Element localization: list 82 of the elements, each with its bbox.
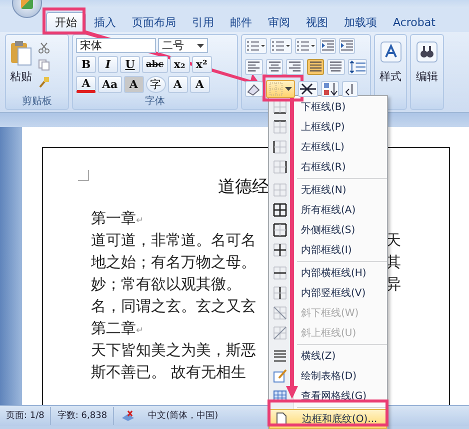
indent-icon[interactable] — [339, 38, 355, 54]
highlight-frame — [262, 74, 304, 102]
menu-item[interactable]: 外侧框线(S) — [269, 220, 387, 240]
menu-item[interactable]: 内部横框线(H) — [269, 263, 387, 283]
styles-icon — [380, 41, 402, 63]
document-text: 第二章↵ — [91, 318, 144, 338]
list-icon[interactable] — [245, 38, 267, 54]
align-icon[interactable] — [306, 59, 324, 75]
format-button[interactable]: A — [124, 76, 144, 93]
word-count[interactable]: 字数: 6,838 — [51, 407, 114, 425]
menu-item[interactable]: 左框线(L) — [269, 137, 387, 157]
document-text: 第一章↵ — [91, 208, 144, 228]
ribbon-tab[interactable]: 视图 — [298, 12, 336, 32]
proofing-icon[interactable] — [120, 409, 136, 423]
scissors-icon[interactable] — [38, 42, 50, 54]
menu-item[interactable]: 上框线(P) — [269, 117, 387, 137]
menu-item[interactable]: 无框线(N) — [269, 180, 387, 200]
document-text: 异 — [386, 274, 401, 294]
document-text: 名，同谓之玄。玄之又玄 — [91, 296, 256, 316]
shading-icon[interactable] — [245, 81, 263, 97]
list-icon[interactable] — [295, 38, 317, 54]
ribbon-tab[interactable]: 引用 — [184, 12, 222, 32]
menu-item[interactable]: 内部框线(I) — [269, 240, 387, 260]
ribbon-tab[interactable]: 邮件 — [222, 12, 260, 32]
borders-button[interactable] — [266, 80, 295, 98]
ribbon-tab[interactable]: 插入 — [86, 12, 124, 32]
document-text: 天 — [386, 230, 401, 250]
menu-item[interactable]: 绘制表格(D) — [269, 366, 387, 386]
menu-item[interactable]: 内部竖框线(V) — [269, 283, 387, 303]
layout-icon[interactable] — [298, 81, 318, 97]
format-button[interactable]: A — [76, 76, 96, 93]
editing-button[interactable]: 编辑 — [411, 35, 443, 90]
align-icon[interactable] — [266, 59, 284, 75]
document-title: 道德经 — [218, 177, 269, 197]
list-icon[interactable] — [270, 38, 292, 54]
group-label: 剪贴板 — [21, 95, 53, 109]
format-button[interactable]: 字 — [146, 76, 166, 93]
document-text: 斯不善已。 故有无相生 — [91, 362, 246, 382]
format-button[interactable]: Aa — [98, 76, 122, 93]
document-text: 妙；常有欲以观其徼。 — [91, 274, 241, 294]
font-size-field[interactable]: 二号 — [158, 38, 208, 53]
sort-icon[interactable] — [321, 81, 339, 97]
brush-icon[interactable] — [38, 76, 50, 88]
format-button[interactable]: x² — [192, 56, 212, 73]
document-text: 天下皆知美之为美，斯恶 — [91, 340, 256, 360]
line-spacing-icon[interactable] — [348, 59, 368, 75]
menu-item[interactable]: 所有框线(A) — [269, 200, 387, 220]
clipboard-icon — [10, 40, 32, 66]
align-icon[interactable] — [327, 59, 345, 75]
format-button[interactable]: B — [76, 56, 96, 73]
ribbon-tab[interactable]: Acrobat — [385, 12, 444, 32]
format-button[interactable]: x₂ — [170, 56, 190, 73]
ribbon-tab[interactable]: 页面布局 — [124, 12, 184, 32]
format-button[interactable]: I — [98, 56, 118, 73]
align-icon[interactable] — [286, 59, 304, 75]
format-button[interactable]: U — [120, 56, 140, 73]
menu-item[interactable]: 查看网格线(G) — [269, 386, 387, 406]
align-icon[interactable] — [245, 59, 263, 75]
paste-button[interactable]: 粘贴 — [8, 38, 34, 92]
indent-icon[interactable] — [320, 38, 336, 54]
format-button[interactable]: A — [190, 76, 210, 93]
caret-icon — [197, 44, 204, 48]
paragraph-mark-icon[interactable] — [342, 81, 358, 97]
format-button[interactable]: abc — [142, 56, 168, 73]
ribbon-tab[interactable]: 开始 — [46, 12, 86, 32]
caret-icon — [285, 87, 292, 91]
ribbon-tab[interactable]: 加载项 — [336, 12, 385, 32]
menu-item[interactable]: 下框线(B) — [269, 97, 387, 117]
menu-item[interactable]: 横线(Z) — [269, 346, 387, 366]
styles-button[interactable]: 样式 — [375, 35, 406, 90]
font-family-field[interactable]: 宋体 — [76, 38, 156, 53]
language-status[interactable]: 中文(简体，中国) — [142, 407, 224, 425]
group-label: 字体 — [144, 95, 166, 109]
format-button[interactable]: A — [168, 76, 188, 93]
page-count[interactable]: 页面: 1/8 — [0, 407, 52, 425]
highlight-frame — [42, 8, 86, 34]
ribbon-tab[interactable]: 审阅 — [260, 12, 298, 32]
menu-item[interactable]: 右框线(R) — [269, 157, 387, 177]
binoculars-icon — [416, 41, 438, 63]
document-text: 地之始；有名万物之母。 — [91, 252, 256, 272]
copy-icon[interactable] — [38, 59, 50, 71]
document-text: 道可道，非常道。名可名 — [91, 230, 256, 250]
